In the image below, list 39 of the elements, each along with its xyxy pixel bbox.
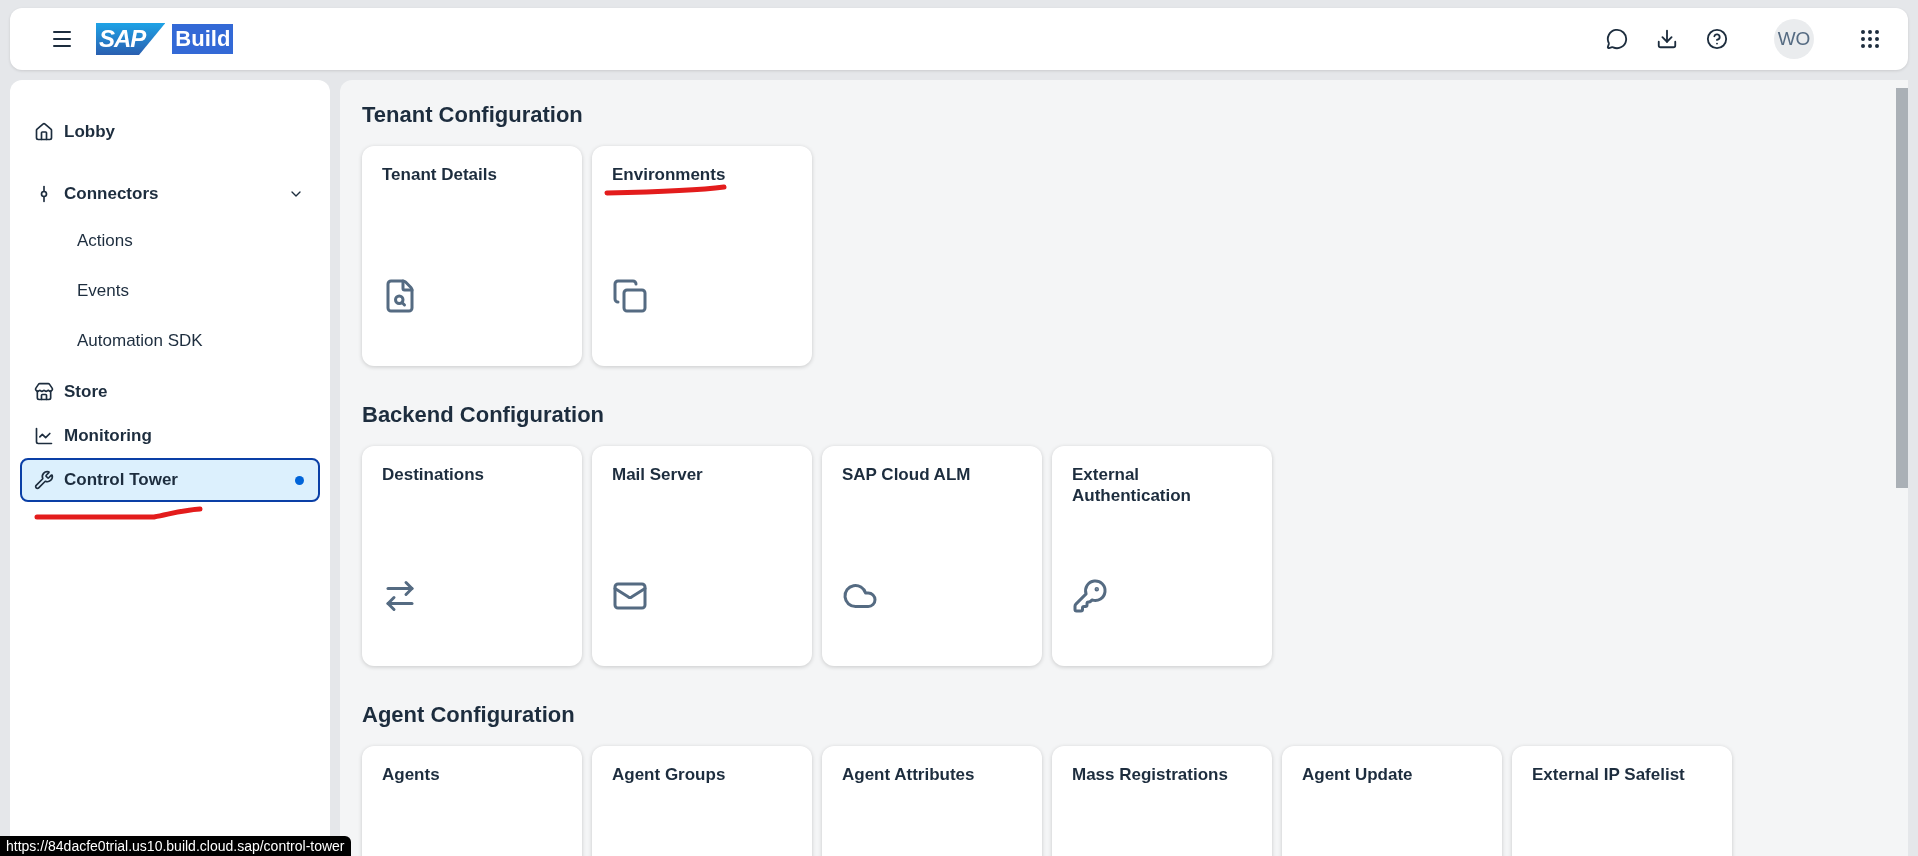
tile-card[interactable]: Agent Groups <box>592 746 812 856</box>
tile-card[interactable]: Agent Attributes <box>822 746 1042 856</box>
tile-card[interactable]: Agent Update <box>1282 746 1502 856</box>
tile-card[interactable]: External IP Safelist <box>1512 746 1732 856</box>
nav-item[interactable]: Control Tower <box>20 458 320 502</box>
help-icon <box>1706 28 1728 50</box>
nav-icon <box>34 382 54 402</box>
nav-icon <box>34 470 54 490</box>
nav-item[interactable]: Monitoring <box>20 414 320 458</box>
grid-icon <box>1858 27 1882 51</box>
download-icon <box>1656 28 1678 50</box>
tile-card[interactable]: Destinations <box>362 446 582 666</box>
scrollbar[interactable] <box>1896 88 1908 488</box>
nav-item[interactable]: Store <box>20 370 320 414</box>
nav-subitem[interactable]: Events <box>20 266 320 316</box>
tile-card[interactable]: Tenant Details <box>362 146 582 366</box>
tile-card[interactable]: SAP Cloud ALM <box>822 446 1042 666</box>
section-title: Agent Configuration <box>362 702 576 728</box>
nav-subitem[interactable]: Automation SDK <box>20 316 320 366</box>
product-logo: Build <box>172 24 234 54</box>
tile-card[interactable]: External Authentication <box>1052 446 1272 666</box>
section-title: Backend Configuration <box>362 402 605 428</box>
nav-item[interactable]: Lobby <box>20 110 320 154</box>
brand-logo: SAP <box>96 23 166 55</box>
nav-item[interactable]: Connectors <box>20 172 320 216</box>
nav-icon <box>34 122 54 142</box>
tile-card[interactable]: Mail Server <box>592 446 812 666</box>
tile-icon <box>612 278 648 314</box>
chat-bubble-icon <box>1606 28 1628 50</box>
section-title: Tenant Configuration <box>362 102 584 128</box>
nav-subitem[interactable]: Actions <box>20 216 320 266</box>
nav-icon <box>34 426 54 446</box>
link-url-tooltip: https://84dacfe0trial.us10.build.cloud.sap/control-tower <box>0 836 351 856</box>
selected-dot <box>295 475 304 485</box>
tile-card[interactable]: Agents <box>362 746 582 856</box>
tile-icon <box>1072 578 1108 614</box>
user-avatar[interactable]: WO <box>1774 19 1814 59</box>
tile-card[interactable]: Mass Registrations <box>1052 746 1272 856</box>
tile-card[interactable]: Environments <box>592 146 812 366</box>
